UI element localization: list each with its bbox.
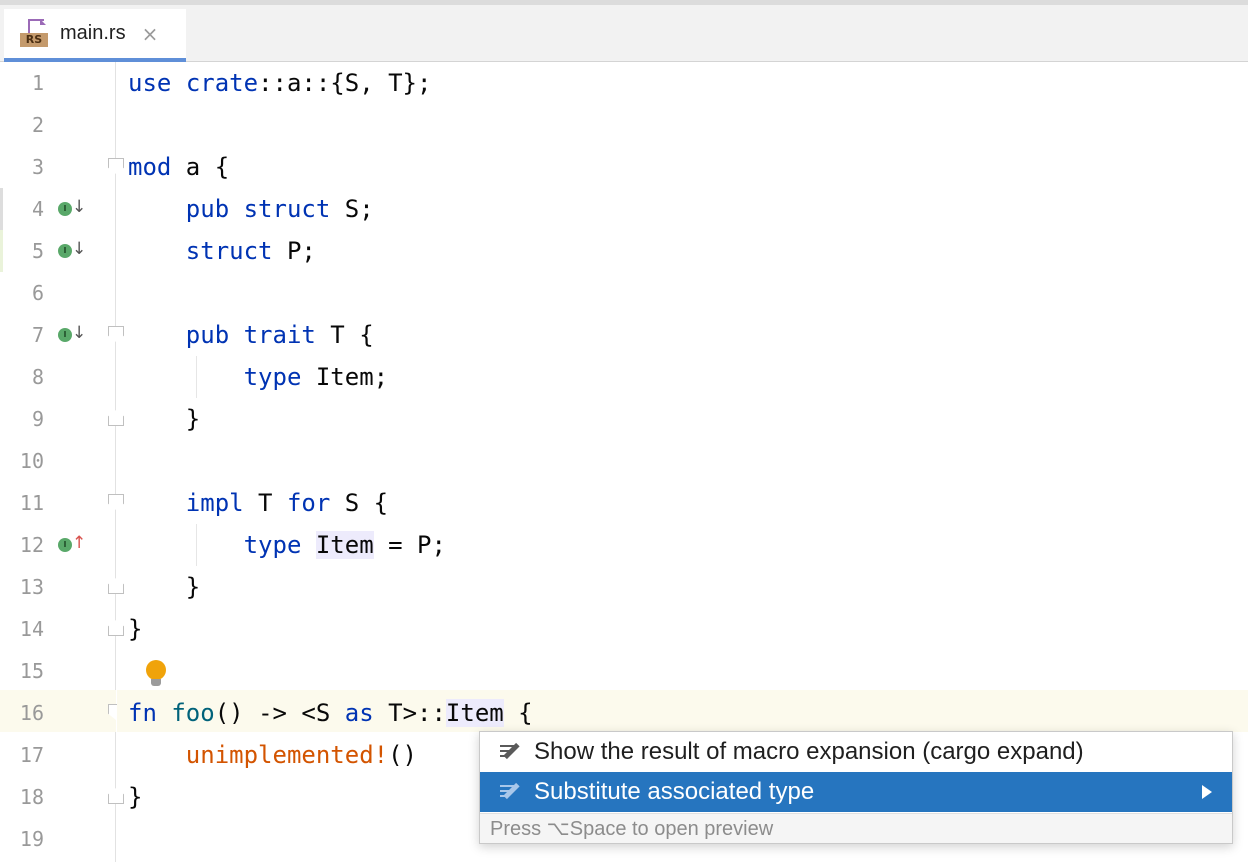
line-number: 14	[19, 617, 44, 641]
implemented-icon[interactable]: I ↑	[56, 524, 86, 566]
rust-file-icon: RS	[20, 17, 50, 51]
line-number: 17	[19, 743, 44, 767]
fold-close-icon[interactable]	[108, 620, 124, 636]
line-number: 11	[19, 491, 44, 515]
line-number: 6	[31, 281, 44, 305]
chevron-right-icon[interactable]	[1202, 785, 1212, 799]
tab-title: main.rs	[60, 22, 126, 44]
intention-action-icon	[500, 739, 526, 765]
line-number: 4	[31, 197, 44, 221]
line-number: 18	[19, 785, 44, 809]
menu-item-show-macro-expansion[interactable]: Show the result of macro expansion (carg…	[480, 732, 1232, 772]
popup-footer-hint: Press ⌥Space to open preview	[480, 813, 1232, 843]
line-number: 13	[19, 575, 44, 599]
code-line-5: struct P;	[185, 237, 316, 265]
code-line-7: pub trait T {	[185, 321, 374, 349]
code-line-9: }	[185, 405, 201, 433]
implements-icon[interactable]: I ↓	[56, 230, 86, 272]
code-line-18: }	[128, 783, 143, 811]
code-line-17: unimplemented!()	[185, 741, 417, 769]
line-number: 8	[31, 365, 44, 389]
tab-main-rs[interactable]: RS main.rs ×	[4, 9, 186, 62]
line-number: 10	[19, 449, 44, 473]
identifier-highlight: Item	[315, 531, 374, 559]
fold-close-icon[interactable]	[108, 788, 124, 804]
close-icon[interactable]: ×	[142, 22, 159, 46]
line-number: 15	[19, 659, 44, 683]
line-number: 1	[31, 71, 44, 95]
code-line-3: mod a {	[128, 153, 230, 181]
menu-item-label: Substitute associated type	[534, 778, 815, 805]
fold-open-icon[interactable]	[108, 158, 124, 174]
fold-open-icon[interactable]	[108, 494, 124, 510]
line-number: 16	[19, 701, 44, 725]
line-number: 19	[19, 827, 44, 851]
line-number: 12	[19, 533, 44, 557]
implements-icon[interactable]: I ↓	[56, 188, 86, 230]
implements-icon[interactable]: I ↓	[56, 314, 86, 356]
code-line-16: fn foo() -> <S as T>::Item {	[128, 699, 533, 727]
line-number: 7	[31, 323, 44, 347]
fold-close-icon[interactable]	[108, 410, 124, 426]
line-number: 5	[31, 239, 44, 263]
code-line-12: type Item = P;	[243, 531, 446, 559]
code-line-13: }	[185, 573, 201, 601]
code-line-4: pub struct S;	[185, 195, 374, 223]
code-line-14: }	[128, 615, 143, 643]
fold-open-icon[interactable]	[108, 326, 124, 342]
lightbulb-icon[interactable]	[145, 660, 167, 688]
line-number: 2	[31, 113, 44, 137]
editor-gutter: 1 2 3 4 5 6 7 8 9 10 11 12 13 14 15 16 1…	[0, 62, 124, 862]
line-number: 3	[31, 155, 44, 179]
intention-actions-popup: Show the result of macro expansion (carg…	[479, 731, 1233, 844]
fold-close-icon[interactable]	[108, 578, 124, 594]
line-number: 9	[31, 407, 44, 431]
menu-item-label: Show the result of macro expansion (carg…	[534, 738, 1084, 765]
editor-tab-bar: RS main.rs ×	[0, 0, 1248, 62]
identifier-highlight: Item	[445, 699, 504, 727]
intention-action-icon	[500, 779, 526, 805]
code-line-1: use crate::a::{S, T};	[128, 69, 432, 97]
menu-item-substitute-associated-type[interactable]: Substitute associated type	[480, 772, 1232, 812]
code-line-11: impl T for S {	[185, 489, 389, 517]
code-line-8: type Item;	[243, 363, 389, 391]
